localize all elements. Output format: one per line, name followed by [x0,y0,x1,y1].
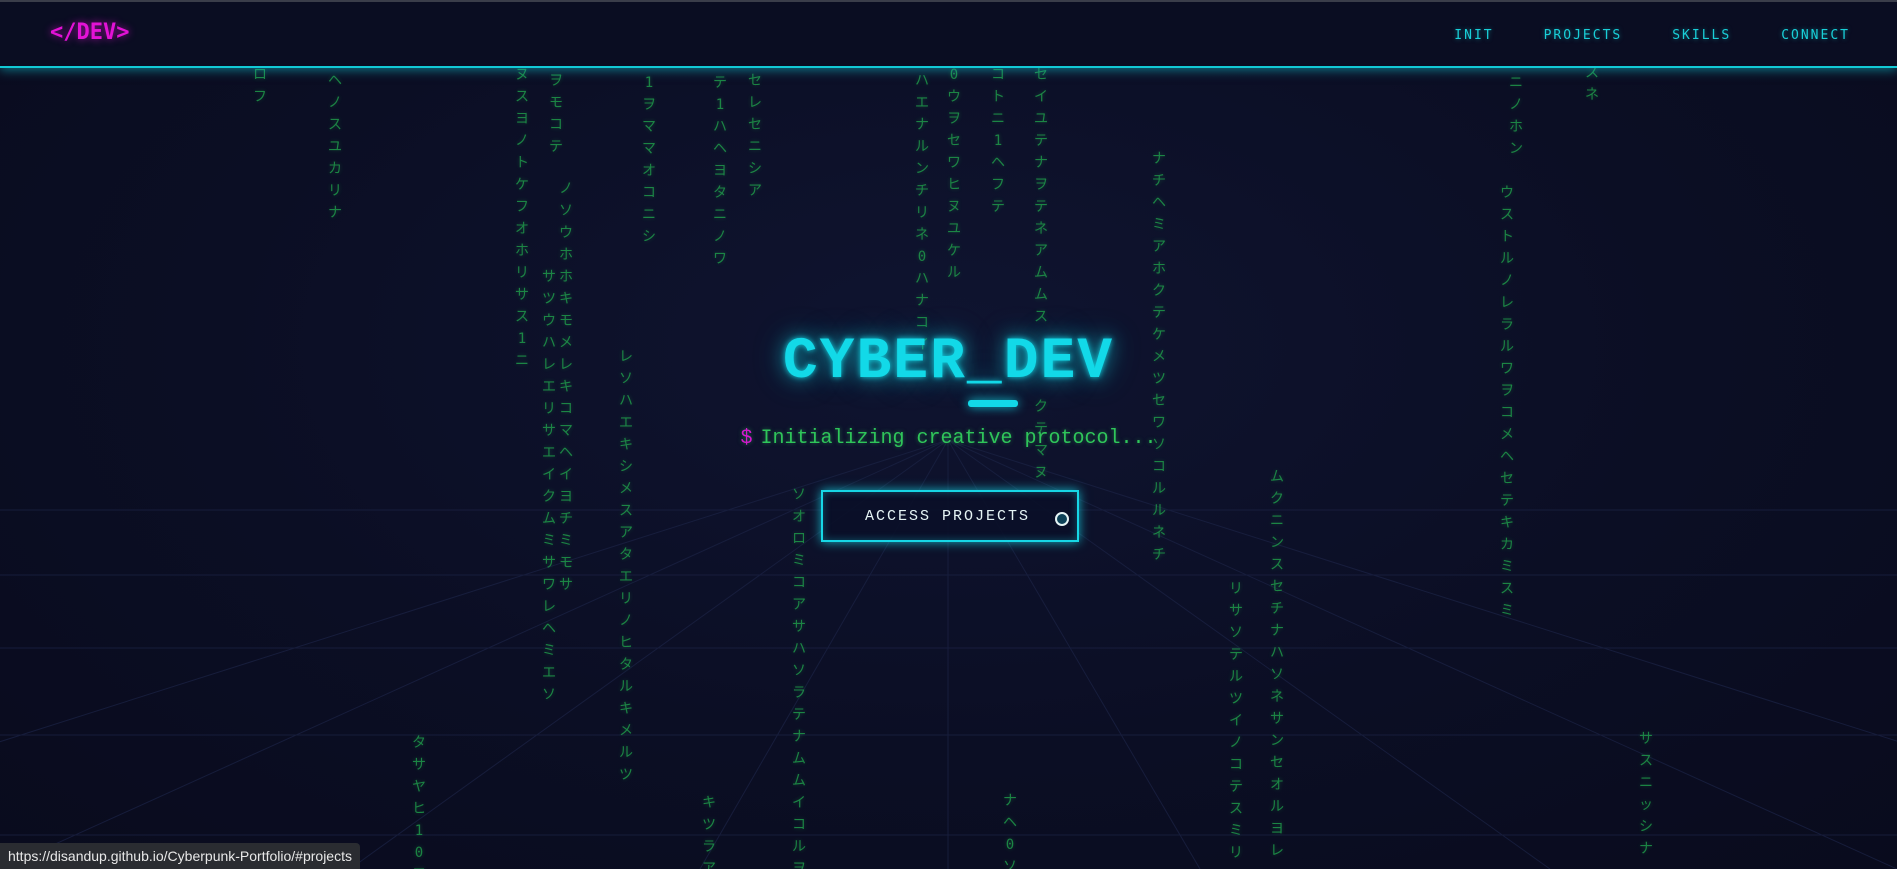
top-navbar: </DEV> INIT PROJECTS SKILLS CONNECT [0,0,1897,68]
nav-link-connect[interactable]: CONNECT [1781,28,1850,43]
terminal-prompt-symbol: $ [740,427,753,450]
hero-subtitle: $ Initializing creative protocol... [0,427,1897,450]
access-projects-label: ACCESS PROJECTS [865,508,1031,525]
hero-subtitle-text: Initializing creative protocol... [760,427,1157,450]
mouse-cursor-icon [1055,512,1069,526]
nav-link-init[interactable]: INIT [1454,28,1493,43]
nav-link-projects[interactable]: PROJECTS [1544,28,1623,43]
site-logo[interactable]: </DEV> [50,20,129,45]
hero-title: CYBER_DEV [782,330,1115,395]
page-canvas: ロフ ヘノスユカリナ ヌスヨノトケフオホリサス1ニ ヲモコテ ノソウホホキモメレ… [0,0,1897,869]
access-projects-button[interactable]: ACCESS PROJECTS [821,490,1079,542]
main-nav: INIT PROJECTS SKILLS CONNECT [1404,28,1850,43]
status-bar-url: https://disandup.github.io/Cyberpunk-Por… [8,848,352,864]
browser-status-bar: https://disandup.github.io/Cyberpunk-Por… [0,843,360,869]
blinking-cursor [968,400,1018,407]
nav-link-skills[interactable]: SKILLS [1672,28,1731,43]
